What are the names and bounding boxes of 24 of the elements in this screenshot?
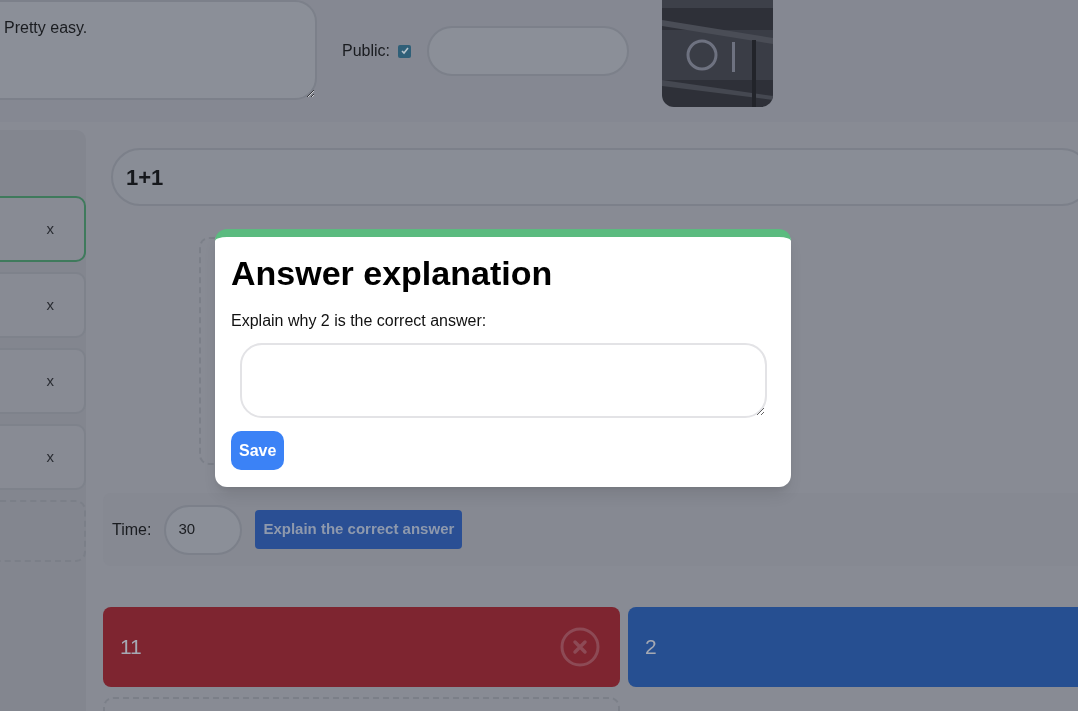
dialog-title: Answer explanation (231, 253, 554, 293)
question-field[interactable]: 1+1 (111, 148, 1078, 206)
explain-button[interactable]: Explain the correct answer (255, 510, 463, 549)
delete-button[interactable]: x (46, 369, 54, 393)
description-field[interactable]: Pretty easy. (0, 0, 317, 100)
save-button[interactable]: Save (231, 431, 285, 470)
time-field[interactable]: 30 (164, 504, 243, 555)
close-icon[interactable] (560, 627, 600, 667)
question-card[interactable]: x (0, 196, 86, 262)
answer-card[interactable]: 11 (103, 607, 620, 687)
question-card[interactable]: x (0, 272, 86, 338)
delete-button[interactable]: x (46, 445, 54, 469)
prompt-text: Explain why 2 is the correct answer: (231, 311, 488, 331)
question-card[interactable]: x (0, 424, 86, 490)
public-label: Public: (342, 41, 391, 61)
delete-button[interactable]: x (46, 293, 54, 317)
answer-card[interactable]: 2 (628, 607, 1078, 687)
explanation-field[interactable] (240, 343, 767, 418)
answer-text: 2 (645, 634, 657, 661)
time-label: Time: (112, 519, 152, 540)
public-checkbox[interactable] (398, 44, 412, 58)
question-card[interactable]: x (0, 348, 86, 414)
delete-button[interactable]: x (46, 217, 54, 241)
answer-text: 11 (120, 634, 142, 661)
